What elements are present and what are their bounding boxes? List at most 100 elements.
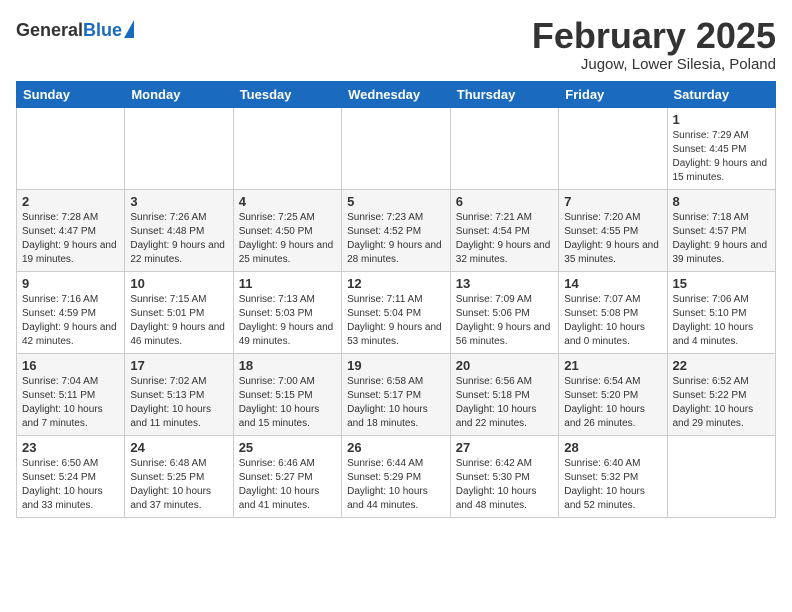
day-number: 28 [564,440,661,455]
calendar-cell: 15 Sunrise: 7:06 AM Sunset: 5:10 PM Dayli… [667,271,776,353]
day-number: 14 [564,276,661,291]
day-number: 7 [564,194,661,209]
day-number: 8 [673,194,771,209]
day-number: 2 [22,194,119,209]
day-info: Sunrise: 7:26 AM Sunset: 4:48 PM Dayligh… [130,211,227,267]
calendar-header-wednesday: Wednesday [342,81,451,107]
calendar-cell: 10 Sunrise: 7:15 AM Sunset: 5:01 PM Dayli… [125,271,233,353]
calendar-header-tuesday: Tuesday [233,81,341,107]
calendar-cell: 13 Sunrise: 7:09 AM Sunset: 5:06 PM Dayli… [450,271,558,353]
day-number: 20 [456,358,553,373]
day-info: Sunrise: 7:15 AM Sunset: 5:01 PM Dayligh… [130,293,227,349]
day-info: Sunrise: 7:00 AM Sunset: 5:15 PM Dayligh… [239,375,336,431]
day-info: Sunrise: 6:56 AM Sunset: 5:18 PM Dayligh… [456,375,553,431]
calendar-cell: 27 Sunrise: 6:42 AM Sunset: 5:30 PM Dayli… [450,435,558,517]
day-number: 16 [22,358,119,373]
calendar-cell: 23 Sunrise: 6:50 AM Sunset: 5:24 PM Dayli… [17,435,125,517]
day-number: 5 [347,194,445,209]
day-number: 11 [239,276,336,291]
calendar-header-thursday: Thursday [450,81,558,107]
day-info: Sunrise: 6:44 AM Sunset: 5:29 PM Dayligh… [347,457,445,513]
day-number: 18 [239,358,336,373]
day-info: Sunrise: 6:54 AM Sunset: 5:20 PM Dayligh… [564,375,661,431]
calendar-header-row: SundayMondayTuesdayWednesdayThursdayFrid… [17,81,776,107]
day-number: 9 [22,276,119,291]
calendar-cell: 12 Sunrise: 7:11 AM Sunset: 5:04 PM Dayli… [342,271,451,353]
day-info: Sunrise: 6:52 AM Sunset: 5:22 PM Dayligh… [673,375,771,431]
day-info: Sunrise: 6:48 AM Sunset: 5:25 PM Dayligh… [130,457,227,513]
calendar-cell: 17 Sunrise: 7:02 AM Sunset: 5:13 PM Dayli… [125,353,233,435]
day-info: Sunrise: 6:42 AM Sunset: 5:30 PM Dayligh… [456,457,553,513]
calendar-cell: 11 Sunrise: 7:13 AM Sunset: 5:03 PM Dayli… [233,271,341,353]
title-block: February 2025 Jugow, Lower Silesia, Pola… [532,16,776,73]
day-number: 17 [130,358,227,373]
calendar-cell: 16 Sunrise: 7:04 AM Sunset: 5:11 PM Dayli… [17,353,125,435]
day-info: Sunrise: 6:58 AM Sunset: 5:17 PM Dayligh… [347,375,445,431]
page-header: GeneralBlue February 2025 Jugow, Lower S… [16,16,776,73]
calendar-cell [559,107,667,189]
day-info: Sunrise: 7:06 AM Sunset: 5:10 PM Dayligh… [673,293,771,349]
day-number: 21 [564,358,661,373]
day-number: 13 [456,276,553,291]
day-number: 6 [456,194,553,209]
day-info: Sunrise: 7:25 AM Sunset: 4:50 PM Dayligh… [239,211,336,267]
calendar-week-row: 23 Sunrise: 6:50 AM Sunset: 5:24 PM Dayli… [17,435,776,517]
day-info: Sunrise: 7:13 AM Sunset: 5:03 PM Dayligh… [239,293,336,349]
day-info: Sunrise: 7:23 AM Sunset: 4:52 PM Dayligh… [347,211,445,267]
day-number: 15 [673,276,771,291]
calendar-cell [667,435,776,517]
day-info: Sunrise: 7:02 AM Sunset: 5:13 PM Dayligh… [130,375,227,431]
calendar-cell: 28 Sunrise: 6:40 AM Sunset: 5:32 PM Dayli… [559,435,667,517]
day-info: Sunrise: 7:04 AM Sunset: 5:11 PM Dayligh… [22,375,119,431]
calendar-cell: 18 Sunrise: 7:00 AM Sunset: 5:15 PM Dayli… [233,353,341,435]
day-info: Sunrise: 7:11 AM Sunset: 5:04 PM Dayligh… [347,293,445,349]
day-info: Sunrise: 7:07 AM Sunset: 5:08 PM Dayligh… [564,293,661,349]
day-info: Sunrise: 7:16 AM Sunset: 4:59 PM Dayligh… [22,293,119,349]
day-number: 4 [239,194,336,209]
calendar-cell: 5 Sunrise: 7:23 AM Sunset: 4:52 PM Daylig… [342,189,451,271]
calendar-cell: 20 Sunrise: 6:56 AM Sunset: 5:18 PM Dayli… [450,353,558,435]
calendar-cell: 26 Sunrise: 6:44 AM Sunset: 5:29 PM Dayli… [342,435,451,517]
day-info: Sunrise: 7:29 AM Sunset: 4:45 PM Dayligh… [673,129,771,185]
calendar-cell: 7 Sunrise: 7:20 AM Sunset: 4:55 PM Daylig… [559,189,667,271]
calendar-cell: 8Sunrise: 7:18 AM Sunset: 4:57 PM Daylig… [667,189,776,271]
day-number: 3 [130,194,227,209]
calendar-cell: 9 Sunrise: 7:16 AM Sunset: 4:59 PM Daylig… [17,271,125,353]
calendar-header-friday: Friday [559,81,667,107]
logo: GeneralBlue [16,20,134,39]
calendar-header-saturday: Saturday [667,81,776,107]
calendar-cell: 24Sunrise: 6:48 AM Sunset: 5:25 PM Dayli… [125,435,233,517]
calendar-cell: 6Sunrise: 7:21 AM Sunset: 4:54 PM Daylig… [450,189,558,271]
logo-triangle-icon [124,20,134,38]
day-number: 25 [239,440,336,455]
day-number: 27 [456,440,553,455]
day-info: Sunrise: 6:40 AM Sunset: 5:32 PM Dayligh… [564,457,661,513]
calendar-cell: 25 Sunrise: 6:46 AM Sunset: 5:27 PM Dayli… [233,435,341,517]
calendar-week-row: 16 Sunrise: 7:04 AM Sunset: 5:11 PM Dayli… [17,353,776,435]
month-title: February 2025 [532,16,776,56]
day-info: Sunrise: 7:09 AM Sunset: 5:06 PM Dayligh… [456,293,553,349]
day-info: Sunrise: 7:20 AM Sunset: 4:55 PM Dayligh… [564,211,661,267]
calendar-cell [125,107,233,189]
day-info: Sunrise: 6:46 AM Sunset: 5:27 PM Dayligh… [239,457,336,513]
calendar-cell [450,107,558,189]
day-number: 23 [22,440,119,455]
day-number: 12 [347,276,445,291]
calendar-cell: 3 Sunrise: 7:26 AM Sunset: 4:48 PM Daylig… [125,189,233,271]
day-number: 26 [347,440,445,455]
logo-general-text: General [16,20,83,40]
calendar-header-monday: Monday [125,81,233,107]
day-info: Sunrise: 6:50 AM Sunset: 5:24 PM Dayligh… [22,457,119,513]
day-info: Sunrise: 7:28 AM Sunset: 4:47 PM Dayligh… [22,211,119,267]
calendar-week-row: 1 Sunrise: 7:29 AM Sunset: 4:45 PM Daylig… [17,107,776,189]
calendar-cell: 4 Sunrise: 7:25 AM Sunset: 4:50 PM Daylig… [233,189,341,271]
day-number: 22 [673,358,771,373]
calendar-cell: 21 Sunrise: 6:54 AM Sunset: 5:20 PM Dayli… [559,353,667,435]
day-number: 10 [130,276,227,291]
calendar-cell [233,107,341,189]
calendar-cell [17,107,125,189]
calendar-week-row: 9 Sunrise: 7:16 AM Sunset: 4:59 PM Daylig… [17,271,776,353]
logo-blue-text: Blue [83,20,122,40]
calendar-header-sunday: Sunday [17,81,125,107]
day-number: 1 [673,112,771,127]
